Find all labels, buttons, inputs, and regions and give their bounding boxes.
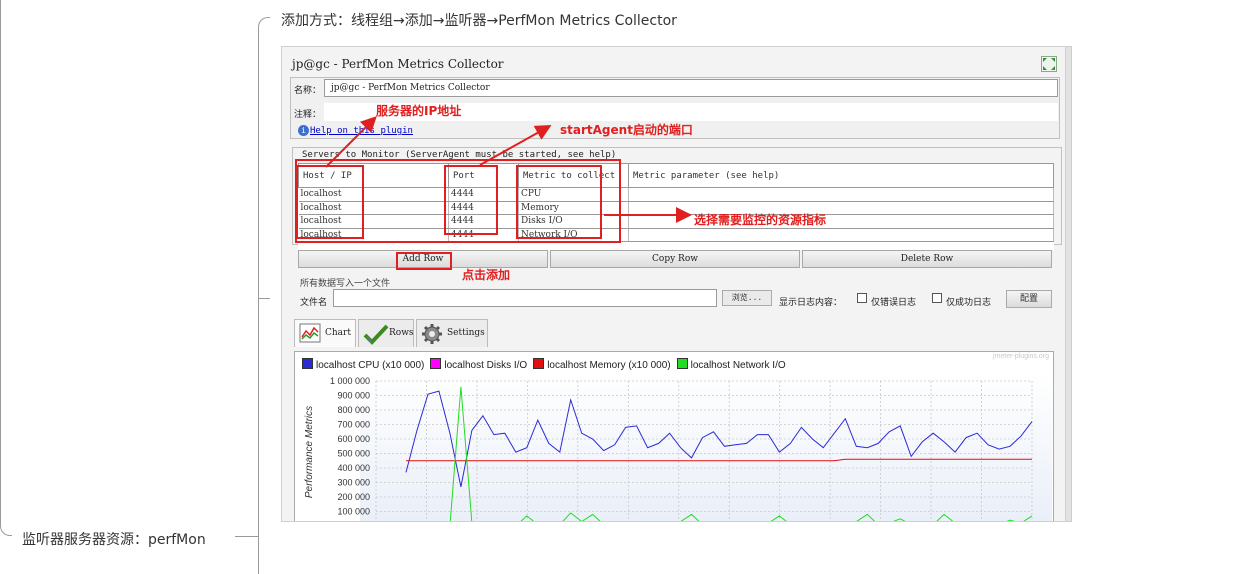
connector-left-vertical bbox=[0, 0, 1, 526]
annotation-click-add: 点击添加 bbox=[462, 268, 511, 282]
perfmon-screenshot: jp@gc - PerfMon Metrics Collector 名称： jp… bbox=[281, 46, 1072, 522]
annotation-agent-port: startAgent启动的端口 bbox=[560, 123, 693, 137]
connector-mid-tick bbox=[258, 298, 270, 299]
connector-top-vertical bbox=[258, 28, 259, 298]
connector-top-curve bbox=[258, 17, 270, 29]
mindmap-node-bottom[interactable]: 监听器服务器资源：perfMon bbox=[22, 529, 206, 549]
mindmap-node-top[interactable]: 添加方式：线程组→添加→监听器→PerfMon Metrics Collecto… bbox=[281, 10, 677, 30]
annotation-select-metrics: 选择需要监控的资源指标 bbox=[694, 213, 827, 227]
arrow-to-port bbox=[479, 125, 552, 166]
connector-left-curve bbox=[0, 524, 12, 536]
annotation-server-ip: 服务器的IP地址 bbox=[376, 104, 462, 118]
connector-bottom-vertical bbox=[258, 298, 259, 574]
connector-bottom-horizontal bbox=[235, 536, 259, 537]
arrow-to-ip bbox=[325, 116, 377, 168]
